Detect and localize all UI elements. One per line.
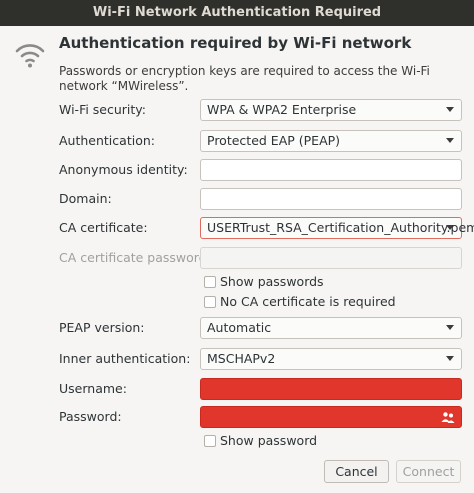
- auth-dialog: Wi-Fi Network Authentication Required Au…: [0, 0, 474, 493]
- checkbox-icon: [204, 275, 216, 288]
- domain-input[interactable]: [200, 188, 462, 210]
- show-passwords-checkbox[interactable]: Show passwords: [204, 274, 324, 290]
- dropdown-arrow-icon: [446, 107, 454, 112]
- password-label: Password:: [59, 409, 122, 424]
- ca-certificate-chooser[interactable]: USERTrust_RSA_Certification_Authority.pe…: [200, 217, 474, 239]
- cancel-button[interactable]: Cancel: [324, 460, 389, 483]
- ca-password-input: [200, 247, 462, 269]
- peap-version-label: PEAP version:: [59, 320, 145, 335]
- peap-version-combo[interactable]: Automatic: [200, 317, 462, 339]
- dropdown-arrow-icon: [446, 138, 454, 143]
- ca-certificate-label: CA certificate:: [59, 220, 148, 235]
- no-ca-required-label: No CA certificate is required: [220, 294, 396, 309]
- no-ca-required-checkbox[interactable]: No CA certificate is required: [204, 294, 396, 310]
- peap-version-value: Automatic: [207, 320, 272, 335]
- inner-authentication-combo[interactable]: MSCHAPv2: [200, 348, 462, 370]
- anonymous-identity-label: Anonymous identity:: [59, 162, 188, 177]
- dropdown-arrow-icon: [446, 356, 454, 361]
- anonymous-identity-input[interactable]: [200, 159, 462, 181]
- authentication-value: Protected EAP (PEAP): [207, 133, 341, 148]
- username-input[interactable]: [200, 378, 462, 400]
- connect-button[interactable]: Connect: [396, 460, 461, 483]
- wifi-icon: [15, 44, 45, 68]
- header-description: Passwords or encryption keys are require…: [59, 64, 430, 93]
- ca-certificate-value: USERTrust_RSA_Certification_Authority.pe…: [207, 220, 474, 235]
- ca-password-label: CA certificate password:: [59, 250, 211, 265]
- username-label: Username:: [59, 381, 127, 396]
- checkbox-icon: [204, 434, 216, 447]
- domain-label: Domain:: [59, 191, 112, 206]
- authentication-label: Authentication:: [59, 133, 155, 148]
- authentication-combo[interactable]: Protected EAP (PEAP): [200, 130, 462, 152]
- wifi-security-value: WPA & WPA2 Enterprise: [207, 102, 357, 117]
- show-password-checkbox[interactable]: Show password: [204, 433, 317, 449]
- wifi-security-combo[interactable]: WPA & WPA2 Enterprise: [200, 99, 462, 121]
- checkbox-icon: [204, 295, 216, 308]
- window-title: Wi-Fi Network Authentication Required: [0, 0, 474, 26]
- dropdown-arrow-icon: [446, 325, 454, 330]
- inner-authentication-label: Inner authentication:: [59, 351, 191, 366]
- password-input[interactable]: [200, 406, 462, 428]
- dropdown-arrow-icon: [446, 225, 454, 230]
- user-group-icon[interactable]: [441, 411, 455, 424]
- wifi-security-label: Wi-Fi security:: [59, 102, 147, 117]
- show-password-label: Show password: [220, 433, 318, 448]
- inner-authentication-value: MSCHAPv2: [207, 351, 276, 366]
- header-title: Authentication required by Wi-Fi network: [59, 34, 412, 52]
- show-passwords-label: Show passwords: [220, 274, 324, 289]
